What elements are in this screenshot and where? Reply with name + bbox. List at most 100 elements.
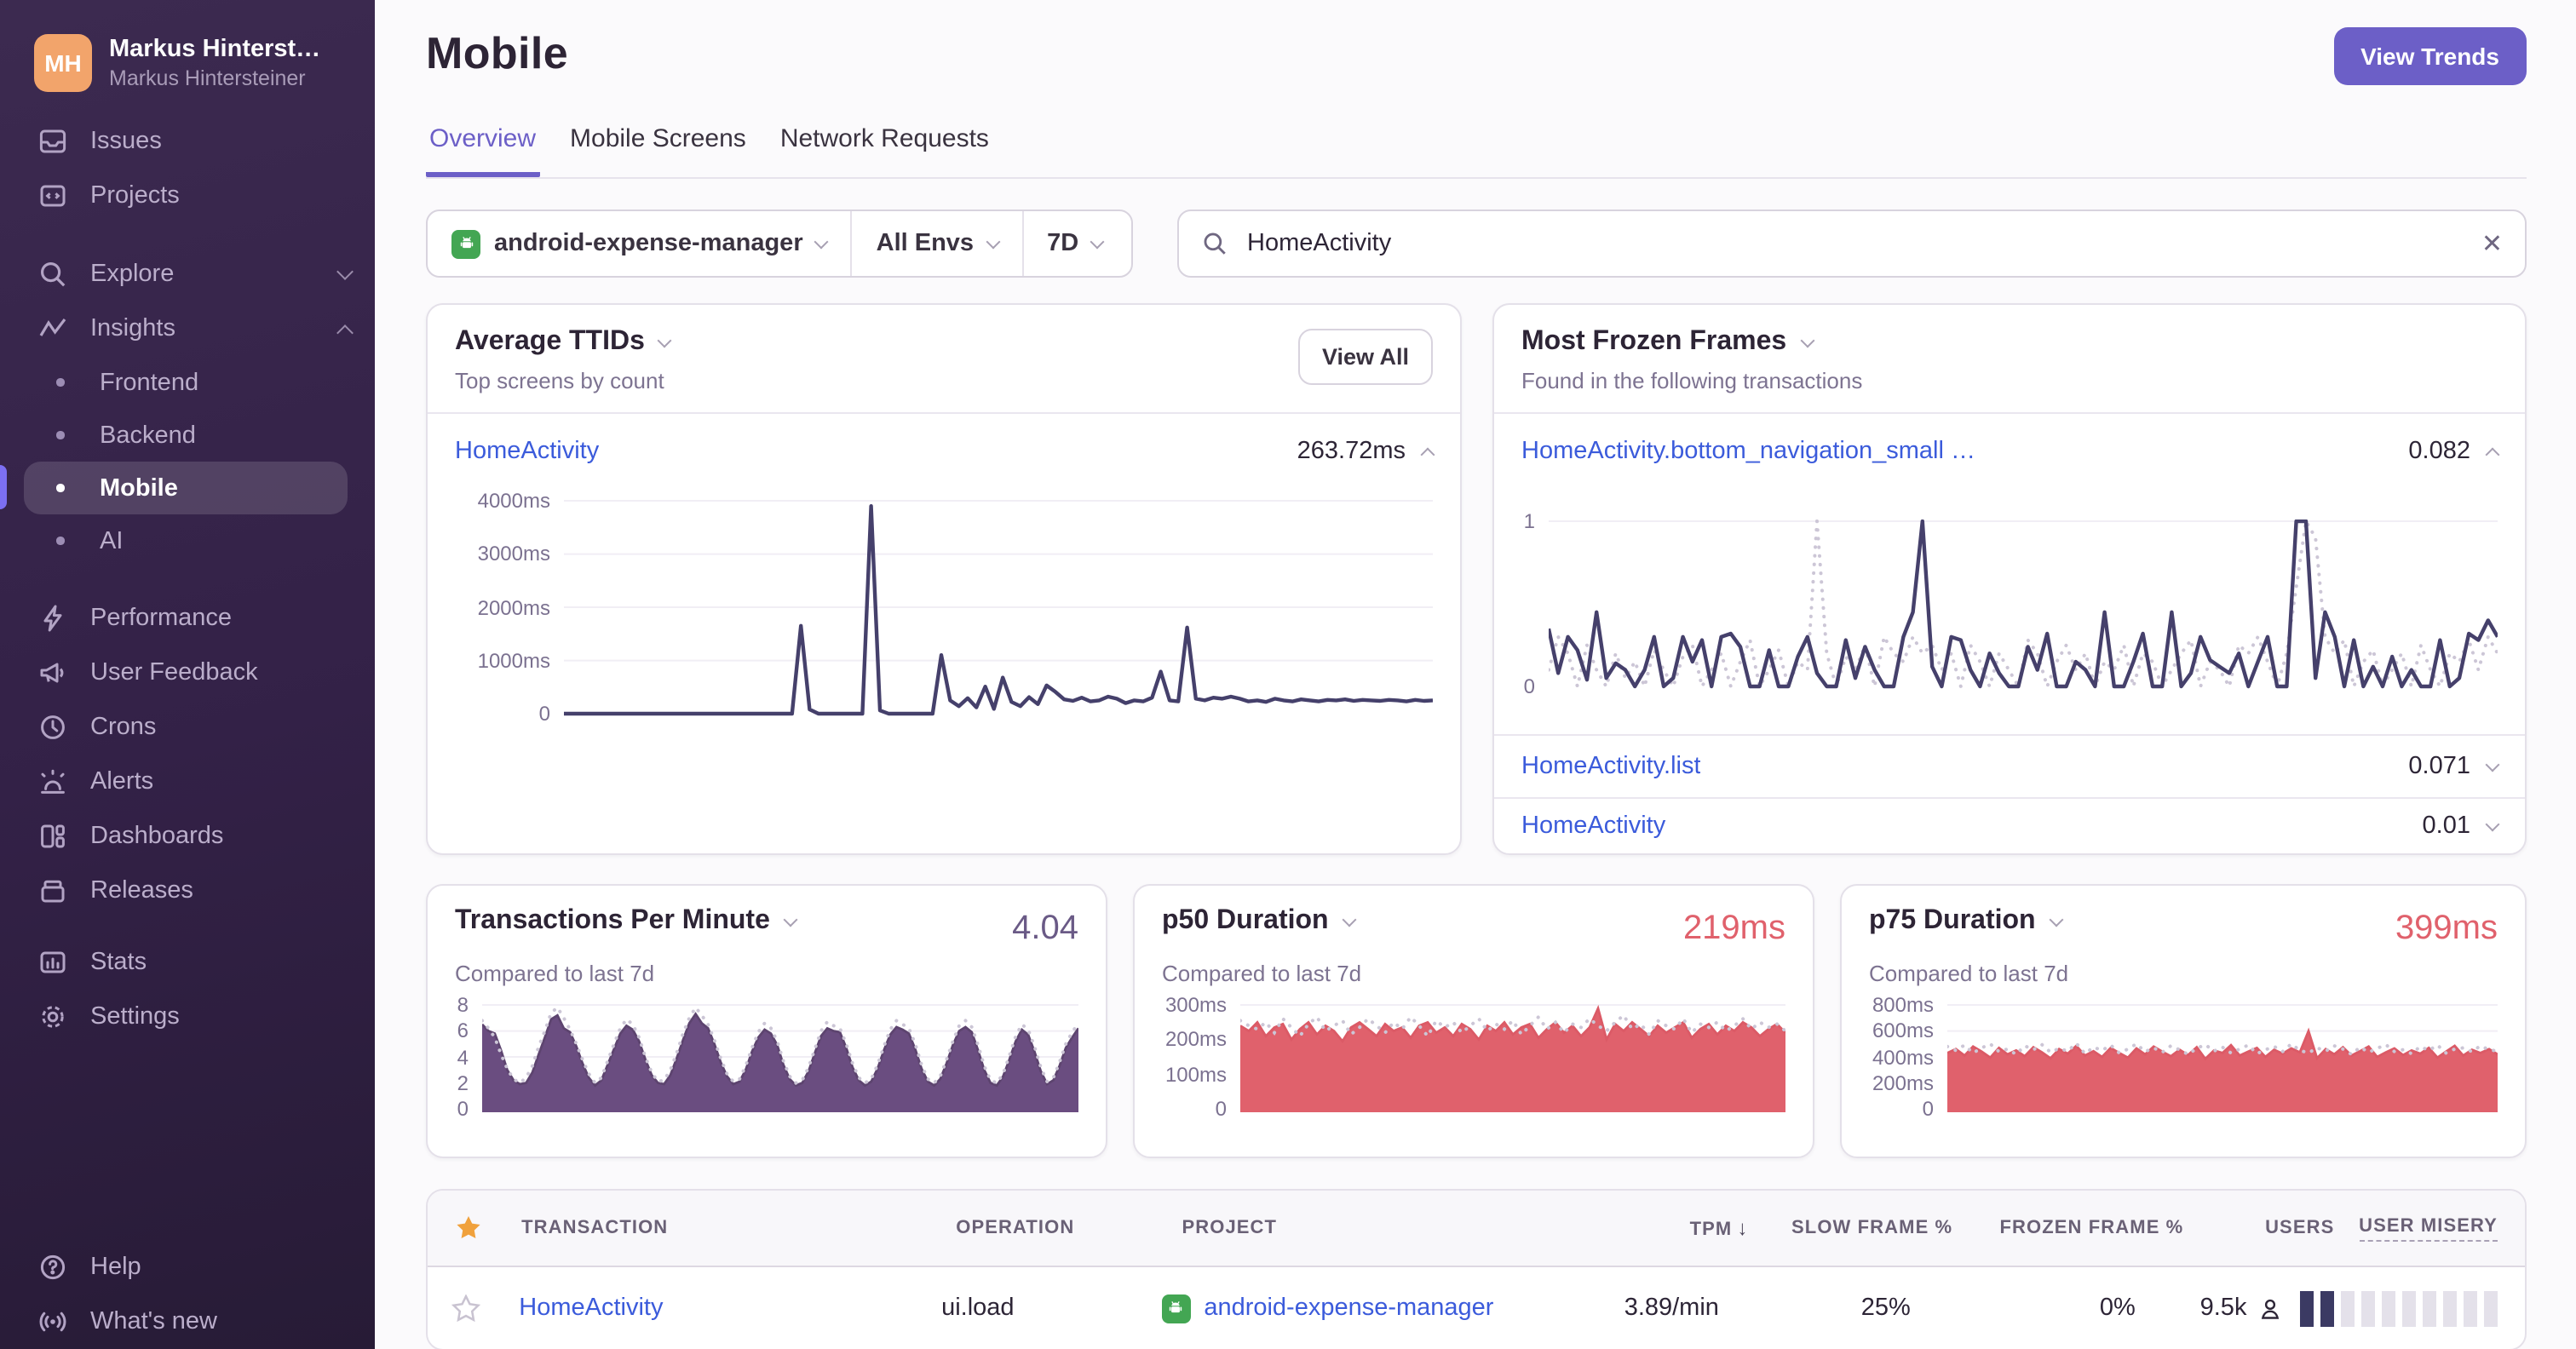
column-header-transaction[interactable]: TRANSACTION <box>508 1218 942 1238</box>
sidebar-item-ai[interactable]: AI <box>0 514 375 567</box>
frozen-frame-cell: 0% <box>2099 1294 2136 1322</box>
transaction-link[interactable]: HomeActivity <box>519 1294 663 1322</box>
average-ttids-card: Average TTIDs Top screens by count View … <box>426 303 1462 855</box>
card-subtitle: Top screens by count <box>455 368 664 393</box>
project-filter[interactable]: android-expense-manager <box>428 211 851 276</box>
card-title: Most Frozen Frames <box>1521 327 1787 356</box>
column-header-project[interactable]: PROJECT <box>1168 1218 1644 1238</box>
environment-filter[interactable]: All Envs <box>850 211 1021 276</box>
bullet-icon <box>56 537 64 545</box>
sidebar-item-stats[interactable]: Stats <box>0 935 375 990</box>
chevron-down-icon[interactable] <box>1799 332 1814 347</box>
sidebar-item-backend[interactable]: Backend <box>0 409 375 462</box>
tpm-cell: 3.89/min <box>1624 1294 1719 1322</box>
issues-icon <box>36 125 68 158</box>
tab-bar: Overview Mobile Screens Network Requests <box>426 124 2527 179</box>
column-header-tpm[interactable]: TPM ↓ <box>1645 1216 1762 1240</box>
sidebar-item-label: Explore <box>90 261 175 288</box>
sidebar-item-alerts[interactable]: Alerts <box>0 755 375 809</box>
sidebar-item-user-feedback[interactable]: User Feedback <box>0 646 375 700</box>
sidebar-item-projects[interactable]: Projects <box>0 169 375 223</box>
transaction-link[interactable]: HomeActivity.bottom_navigation_small … <box>1521 438 1975 465</box>
p75-chart <box>1946 1003 2499 1112</box>
search-input[interactable] <box>1244 228 2466 259</box>
tab-overview[interactable]: Overview <box>426 124 540 177</box>
star-outline-icon[interactable] <box>451 1294 481 1323</box>
sidebar-item-label: Settings <box>90 1003 180 1030</box>
help-icon <box>36 1251 68 1283</box>
sidebar-item-performance[interactable]: Performance <box>0 591 375 646</box>
frozen-transaction-row[interactable]: HomeActivity.list 0.071 <box>1494 734 2525 797</box>
transactions-table: TRANSACTION OPERATION PROJECT TPM ↓ SLOW … <box>426 1189 2527 1349</box>
clear-search-icon[interactable]: ✕ <box>2481 231 2503 256</box>
avatar: MH <box>34 34 92 92</box>
chevron-down-icon <box>1090 233 1105 249</box>
chevron-down-icon[interactable] <box>658 332 673 347</box>
sidebar-item-explore[interactable]: Explore <box>0 247 375 301</box>
date-range-value: 7D <box>1047 230 1079 257</box>
column-header-user-misery[interactable]: USER MISERY <box>2348 1215 2525 1241</box>
project-link[interactable]: android-expense-manager <box>1204 1294 1493 1322</box>
user-misery-bars <box>2300 1290 2498 1326</box>
column-header-frozen-frame[interactable]: FROZEN FRAME % <box>1966 1218 2197 1238</box>
column-header-users[interactable]: USERS <box>2197 1218 2348 1238</box>
frozen-y-axis: 10 <box>1523 509 1535 698</box>
sidebar-item-insights[interactable]: Insights <box>0 301 375 356</box>
sidebar-item-frontend[interactable]: Frontend <box>0 356 375 409</box>
ttid-transaction-row[interactable]: HomeActivity 263.72ms <box>428 414 1460 489</box>
sidebar-item-mobile[interactable]: Mobile <box>24 462 348 514</box>
sidebar-item-whats-new[interactable]: What's new <box>0 1294 375 1349</box>
view-all-button[interactable]: View All <box>1297 329 1433 385</box>
dashboards-icon <box>36 820 68 852</box>
frozen-transaction-row[interactable]: HomeActivity 0.01 <box>1494 797 2525 853</box>
view-trends-button[interactable]: View Trends <box>2333 27 2527 85</box>
transaction-link[interactable]: HomeActivity <box>1521 812 1665 840</box>
operation-cell: ui.load <box>941 1294 1015 1322</box>
chevron-down-icon[interactable] <box>1342 911 1357 927</box>
stats-icon <box>36 946 68 979</box>
user-menu[interactable]: MH Markus Hinterst… Markus Hintersteiner <box>0 0 375 92</box>
column-header-slow-frame[interactable]: SLOW FRAME % <box>1762 1218 1967 1238</box>
alerts-icon <box>36 766 68 798</box>
sidebar-item-releases[interactable]: Releases <box>0 864 375 918</box>
chevron-down-icon[interactable] <box>2049 911 2064 927</box>
chevron-up-icon <box>336 324 354 341</box>
sidebar-item-issues[interactable]: Issues <box>0 114 375 169</box>
main-content: Mobile View Trends Overview Mobile Scree… <box>375 0 2576 1349</box>
sidebar-item-crons[interactable]: Crons <box>0 700 375 755</box>
star-icon[interactable] <box>454 1214 481 1242</box>
sidebar-item-settings[interactable]: Settings <box>0 990 375 1044</box>
p50-y-axis: 300ms 200ms 100ms 0 <box>1164 993 1227 1121</box>
tab-network-requests[interactable]: Network Requests <box>777 124 992 177</box>
card-subtitle: Compared to last 7d <box>455 961 655 986</box>
sidebar-item-label: AI <box>100 527 124 554</box>
chevron-down-icon <box>814 233 830 249</box>
bullet-icon <box>56 484 64 492</box>
expand-icon[interactable] <box>2485 816 2500 831</box>
releases-icon <box>36 875 68 907</box>
search-bar[interactable]: ✕ <box>1177 210 2527 278</box>
sidebar-item-label: Frontend <box>100 369 199 396</box>
transaction-link[interactable]: HomeActivity.list <box>1521 753 1701 780</box>
frozen-value: 0.071 <box>2408 753 2470 780</box>
sort-desc-icon: ↓ <box>1737 1216 1749 1240</box>
search-icon <box>1201 230 1228 257</box>
insights-icon <box>36 313 68 345</box>
transaction-link[interactable]: HomeActivity <box>455 438 599 465</box>
sidebar: MH Markus Hinterst… Markus Hintersteiner… <box>0 0 375 1349</box>
chevron-down-icon[interactable] <box>783 911 798 927</box>
sidebar-item-dashboards[interactable]: Dashboards <box>0 809 375 864</box>
bullet-icon <box>56 378 64 387</box>
table-row[interactable]: HomeActivity ui.load android-expense-man… <box>428 1267 2525 1349</box>
column-header-operation[interactable]: OPERATION <box>942 1218 1168 1238</box>
sidebar-item-help[interactable]: Help <box>0 1240 375 1294</box>
users-cell: 9.5k <box>2199 1294 2247 1322</box>
user-feedback-icon <box>36 657 68 689</box>
project-filter-value: android-expense-manager <box>494 230 803 257</box>
collapse-icon[interactable] <box>1420 447 1435 462</box>
expand-icon[interactable] <box>2485 756 2500 772</box>
collapse-icon[interactable] <box>2485 447 2500 462</box>
frozen-transaction-row[interactable]: HomeActivity.bottom_navigation_small … 0… <box>1494 414 2525 489</box>
date-range-filter[interactable]: 7D <box>1021 211 1126 276</box>
tab-mobile-screens[interactable]: Mobile Screens <box>566 124 750 177</box>
